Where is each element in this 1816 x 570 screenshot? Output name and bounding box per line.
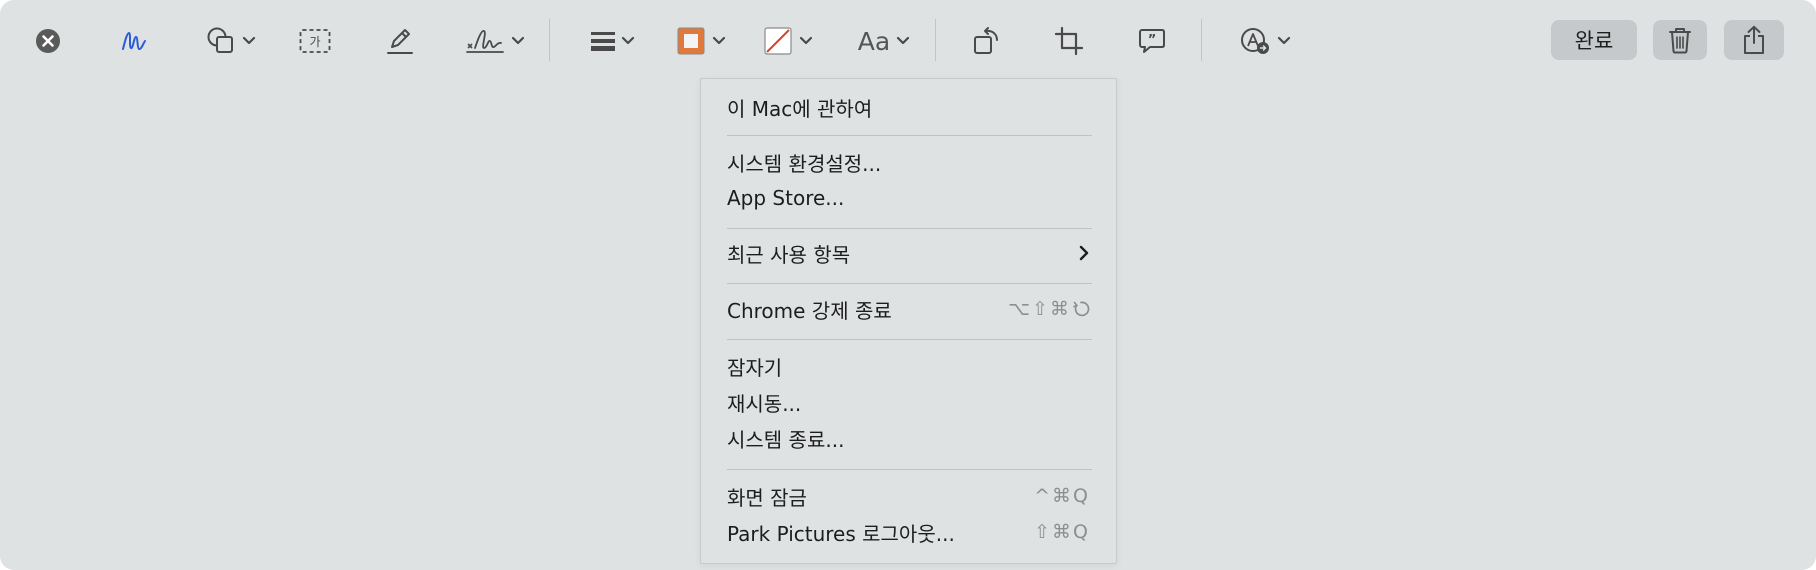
menu-item-label: 시스템 환경설정... — [727, 151, 882, 176]
chevron-down-icon — [799, 36, 813, 45]
escape-key-icon — [1073, 301, 1090, 317]
menu-shortcut: ⇧⌘Q — [1034, 521, 1090, 543]
toolbar-divider — [935, 19, 936, 61]
menu-item-force-quit-chrome[interactable]: Chrome 강제 종료 ⌥⇧⌘ — [727, 292, 1090, 326]
delete-button[interactable] — [1653, 20, 1707, 60]
svg-text:”: ” — [1148, 33, 1157, 48]
close-circle-icon[interactable] — [32, 20, 64, 62]
border-color-icon — [677, 27, 705, 55]
text-style-tool[interactable]: Aa — [852, 20, 916, 62]
fill-color-tool[interactable] — [757, 20, 819, 62]
menu-item-label: Park Pictures 로그아웃... — [727, 521, 955, 546]
chevron-down-icon — [1277, 36, 1291, 45]
menu-shortcut: ⌥⇧⌘ — [1008, 298, 1090, 320]
chevron-right-icon — [1079, 245, 1089, 261]
markup-window: 가 Aa ” 완료 이 Mac에 관하여 시스템 환경설정... App Sto… — [0, 0, 1816, 570]
menu-item-label: 재시동... — [727, 391, 802, 416]
share-icon — [1744, 25, 1764, 54]
line-weight-icon — [591, 32, 615, 51]
line-weight-tool[interactable] — [586, 20, 640, 62]
shapes-tool[interactable] — [200, 20, 262, 62]
menu-item-sleep[interactable]: 잠자기 — [727, 349, 1090, 383]
markup-toolbar: 가 Aa ” 완료 — [0, 0, 1816, 82]
fill-color-icon — [764, 27, 792, 55]
menu-item-label: 화면 잠금 — [727, 485, 807, 510]
chevron-down-icon — [712, 36, 726, 45]
rotate-icon[interactable] — [970, 20, 1004, 62]
text-box-icon[interactable]: 가 — [298, 20, 332, 62]
menu-separator — [727, 228, 1092, 229]
menu-item-label: 이 Mac에 관하여 — [727, 96, 873, 121]
auto-fill-icon — [1241, 28, 1269, 54]
crop-icon[interactable] — [1052, 20, 1086, 62]
menu-item-label: 최근 사용 항목 — [727, 242, 851, 267]
shapes-icon — [207, 27, 233, 53]
menu-item-app-store[interactable]: App Store... — [727, 181, 1090, 215]
menu-item-restart[interactable]: 재시동... — [727, 385, 1090, 419]
text-style-icon: Aa — [857, 26, 891, 56]
signature-tool[interactable] — [464, 20, 526, 62]
auto-fill-tool[interactable] — [1236, 20, 1294, 62]
description-icon[interactable]: ” — [1135, 20, 1169, 62]
chevron-down-icon — [511, 36, 525, 45]
menu-item-lock-screen[interactable]: 화면 잠금 ^⌘Q — [727, 479, 1090, 513]
done-button[interactable]: 완료 — [1551, 20, 1637, 60]
chevron-down-icon — [621, 36, 635, 45]
menu-separator — [727, 135, 1092, 136]
menu-item-log-out[interactable]: Park Pictures 로그아웃... ⇧⌘Q — [727, 515, 1090, 549]
menu-item-label: Chrome 강제 종료 — [727, 298, 892, 323]
menu-separator — [727, 339, 1092, 340]
chevron-down-icon — [242, 36, 256, 45]
svg-text:가: 가 — [309, 35, 320, 49]
highlight-pen-icon[interactable] — [384, 20, 416, 62]
menu-item-label: 잠자기 — [727, 355, 783, 380]
signature-icon — [466, 30, 504, 53]
share-button[interactable] — [1724, 20, 1784, 60]
border-color-tool[interactable] — [670, 20, 732, 62]
trash-icon — [1669, 28, 1691, 54]
menu-item-label: App Store... — [727, 186, 845, 210]
menu-shortcut: ^⌘Q — [1034, 485, 1090, 507]
toolbar-divider — [1201, 19, 1202, 61]
menu-item-system-preferences[interactable]: 시스템 환경설정... — [727, 145, 1090, 179]
menu-item-about-this-mac[interactable]: 이 Mac에 관하여 — [727, 90, 1090, 124]
menu-item-recent-items[interactable]: 최근 사용 항목 — [727, 236, 1090, 270]
menu-separator — [727, 469, 1092, 470]
apple-menu: 이 Mac에 관하여 시스템 환경설정... App Store... 최근 사… — [700, 78, 1117, 564]
chevron-down-icon — [897, 36, 910, 45]
menu-separator — [727, 283, 1092, 284]
toolbar-divider — [549, 19, 550, 61]
sketch-icon[interactable] — [118, 20, 150, 62]
menu-item-label: 시스템 종료... — [727, 427, 845, 452]
menu-item-shut-down[interactable]: 시스템 종료... — [727, 421, 1090, 455]
